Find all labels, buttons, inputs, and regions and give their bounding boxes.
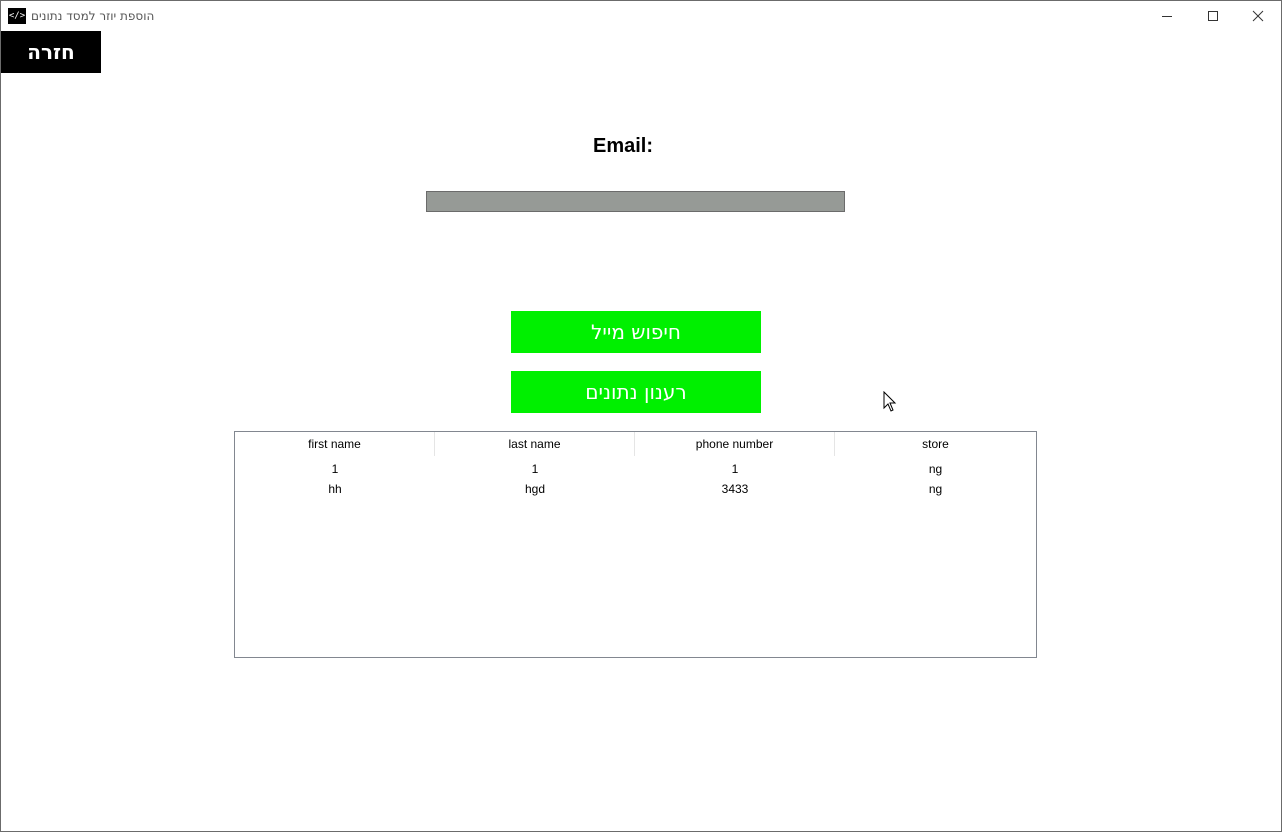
- cell-phone-number: 1: [731, 462, 739, 476]
- cell-store: ng: [928, 462, 943, 476]
- column-header-first-name[interactable]: first name: [235, 432, 435, 456]
- maximize-icon: [1208, 11, 1218, 21]
- column-header-last-name[interactable]: last name: [435, 432, 635, 456]
- maximize-button[interactable]: [1190, 1, 1236, 31]
- column-header-store[interactable]: store: [835, 432, 1036, 456]
- title-bar[interactable]: </> הוספת יוזר למסד נתונים: [1, 1, 1281, 31]
- refresh-data-button[interactable]: רענון נתונים: [511, 371, 761, 413]
- cell-first-name: hh: [328, 482, 342, 496]
- table-row[interactable]: 1 1 1 ng: [235, 459, 1036, 479]
- app-window: </> הוספת יוזר למסד נתונים חזרה Email: ח…: [0, 0, 1282, 832]
- mouse-pointer-icon: [883, 391, 897, 412]
- table-row[interactable]: hh hgd 3433 ng: [235, 479, 1036, 499]
- cell-last-name: 1: [531, 462, 539, 476]
- minimize-icon: [1162, 16, 1172, 17]
- table-header: first name last name phone number store: [235, 432, 1036, 456]
- cell-store: ng: [928, 482, 943, 496]
- code-icon: </>: [8, 8, 26, 24]
- column-header-phone-number[interactable]: phone number: [635, 432, 835, 456]
- email-label: Email:: [592, 135, 654, 157]
- search-email-button[interactable]: חיפוש מייל: [511, 311, 761, 353]
- window-title: הוספת יוזר למסד נתונים: [31, 9, 155, 23]
- back-button[interactable]: חזרה: [1, 31, 101, 73]
- close-button[interactable]: [1235, 1, 1281, 31]
- cell-last-name: hgd: [524, 482, 546, 496]
- users-table[interactable]: first name last name phone number store …: [234, 431, 1037, 658]
- email-input[interactable]: [426, 191, 845, 212]
- cell-first-name: 1: [331, 462, 339, 476]
- cell-phone-number: 3433: [721, 482, 749, 496]
- close-icon: [1252, 10, 1264, 22]
- minimize-button[interactable]: [1144, 1, 1190, 31]
